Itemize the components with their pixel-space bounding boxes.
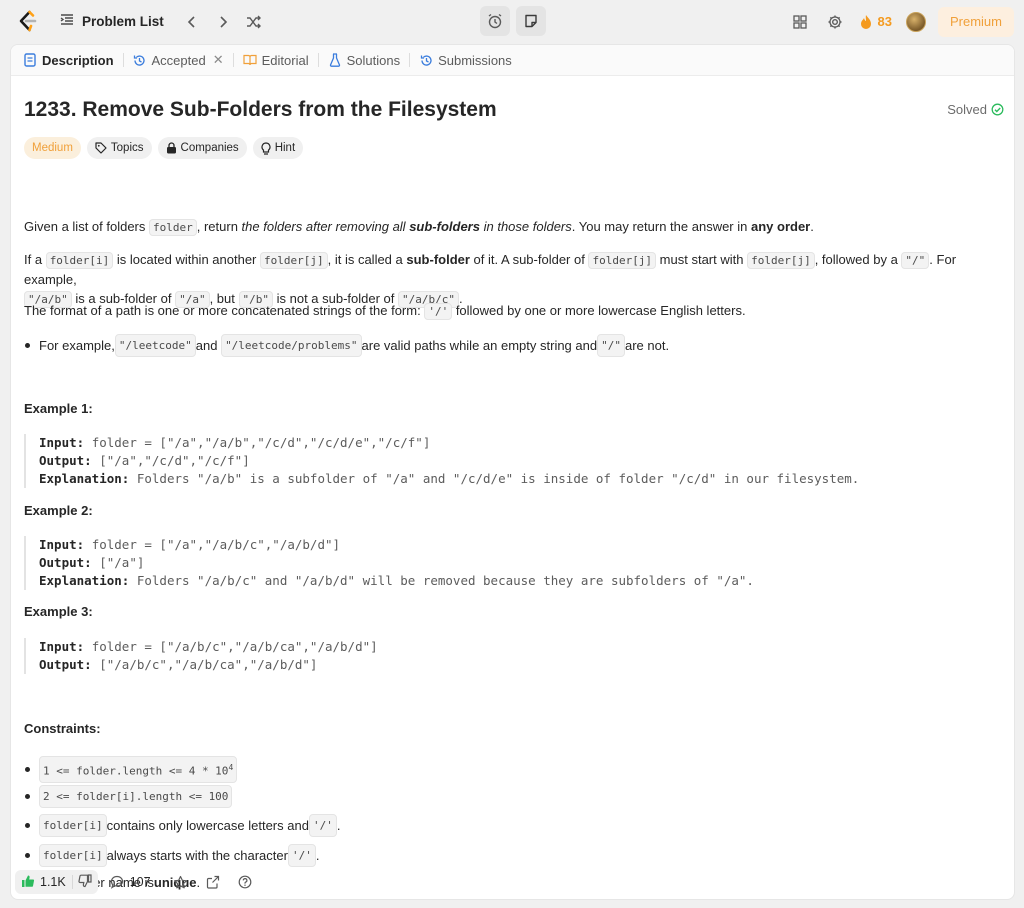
tab-label: Accepted [151, 52, 206, 68]
note-icon [525, 14, 537, 28]
description-paragraph-1: Given a list of folders folder, return t… [24, 219, 814, 236]
star-icon[interactable] [173, 875, 188, 890]
check-circle-icon [991, 103, 1004, 116]
close-icon[interactable]: ✕ [213, 52, 224, 68]
like-dislike-group: 1.1K [15, 870, 98, 894]
settings-gear-icon[interactable] [823, 10, 847, 34]
tab-description[interactable]: Description [21, 53, 116, 68]
history-icon [133, 53, 147, 67]
list-item: 2 <= folder[i].length <= 100 [24, 785, 233, 808]
problem-list-icon[interactable] [60, 13, 74, 31]
example-heading: Example 3: [24, 604, 93, 619]
thumbs-down-icon[interactable] [78, 873, 92, 891]
lightbulb-icon [261, 141, 271, 155]
premium-button[interactable]: Premium [937, 6, 1014, 37]
difficulty-badge[interactable]: Medium [24, 137, 81, 159]
list-item: folder[i] contains only lowercase letter… [24, 814, 340, 837]
tag-label: Companies [180, 142, 239, 154]
tab-divider [409, 53, 411, 67]
topics-tag[interactable]: Topics [86, 137, 152, 159]
like-count: 1.1K [40, 875, 66, 889]
description-panel: Description Accepted ✕ Editorial Solutio… [10, 44, 1015, 900]
comment-icon [110, 875, 123, 889]
list-item: folder[i] always starts with the charact… [24, 844, 319, 867]
tab-label: Description [42, 52, 114, 68]
tab-submissions[interactable]: Submissions [417, 53, 514, 68]
tag-label: Topics [110, 142, 144, 154]
prev-problem-icon[interactable] [180, 10, 204, 34]
tag-row: Medium Topics Companies Hint [24, 137, 1004, 159]
share-icon[interactable] [206, 875, 220, 889]
notes-button[interactable] [516, 6, 546, 36]
flask-icon [328, 53, 342, 67]
divider [71, 875, 73, 889]
tab-solutions[interactable]: Solutions [326, 53, 402, 68]
panel-tabs: Description Accepted ✕ Editorial Solutio… [11, 45, 1014, 76]
alarm-clock-icon [488, 13, 502, 29]
layout-grid-icon[interactable] [788, 10, 812, 34]
problem-list-title[interactable]: Problem List [82, 14, 164, 29]
leetcode-logo-icon[interactable] [14, 9, 40, 35]
example-block: Input: folder = ["/a","/a/b","/c/d","/c/… [24, 434, 859, 488]
thumbs-up-icon[interactable] [21, 874, 35, 891]
example-heading: Example 1: [24, 401, 93, 416]
tag-icon [95, 142, 107, 154]
tab-accepted[interactable]: Accepted ✕ [131, 52, 226, 68]
list-item: 1 <= folder.length <= 4 * 104 [24, 756, 238, 783]
example-heading: Example 2: [24, 503, 93, 518]
tab-label: Editorial [261, 52, 309, 68]
tab-divider [122, 53, 124, 67]
next-problem-icon[interactable] [211, 10, 235, 34]
lock-icon [166, 142, 176, 154]
tab-divider [317, 53, 319, 67]
companies-tag[interactable]: Companies [157, 137, 247, 159]
history-icon [419, 53, 433, 67]
document-icon [23, 53, 37, 67]
example-block: Input: folder = ["/a","/a/b/c","/a/b/d"]… [24, 536, 754, 590]
list-item: For example, "/leetcode" and "/leetcode/… [24, 334, 669, 357]
page-title: 1233. Remove Sub-Folders from the Filesy… [24, 98, 497, 121]
book-icon [243, 53, 257, 67]
solved-status: Solved [947, 102, 1004, 117]
example-block: Input: folder = ["/a/b/c","/a/b/ca","/a/… [24, 638, 378, 674]
tab-label: Solutions [346, 52, 401, 68]
tag-label: Hint [274, 142, 296, 154]
comments-button[interactable]: 107 [110, 875, 151, 889]
avatar[interactable] [905, 11, 926, 32]
timer-button[interactable] [480, 6, 510, 36]
help-icon[interactable] [238, 875, 252, 889]
constraints-heading: Constraints: [24, 721, 101, 736]
fire-icon [860, 14, 871, 29]
solved-label: Solved [947, 102, 987, 117]
tab-editorial[interactable]: Editorial [241, 53, 311, 68]
top-bar: Problem List 83 Premium [0, 0, 1024, 43]
description-paragraph-3: The format of a path is one or more conc… [24, 303, 746, 320]
problem-content: 1233. Remove Sub-Folders from the Filesy… [24, 95, 1004, 890]
tab-label: Submissions [438, 52, 512, 68]
streak-counter[interactable]: 83 [859, 14, 892, 30]
streak-count: 83 [877, 14, 892, 29]
comment-count: 107 [129, 875, 151, 889]
tab-divider [232, 53, 234, 67]
shuffle-icon[interactable] [242, 10, 266, 34]
hint-tag[interactable]: Hint [252, 137, 304, 159]
action-footer: 1.1K 107 [11, 865, 1014, 899]
